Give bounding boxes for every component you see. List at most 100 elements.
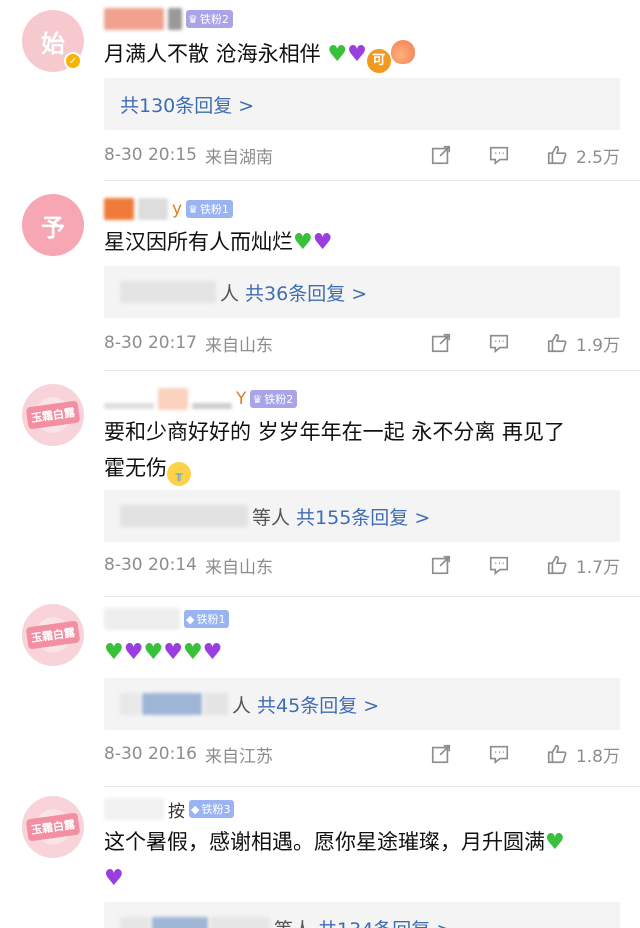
- divider: [104, 370, 640, 371]
- view-replies-link[interactable]: 共134条回复 >: [318, 915, 452, 928]
- reply-summary[interactable]: 共130条回复 >: [104, 78, 620, 130]
- green-heart-icon: ♥: [293, 230, 313, 255]
- reply-summary[interactable]: 等人 共155条回复 >: [104, 490, 620, 542]
- reply-prefix: 等人: [274, 915, 312, 928]
- comment-item: 玉霜白露 Y ♛ 铁粉2 要和少商好好的 岁岁年年在一起 永不分离 再见了 霍无…: [0, 378, 640, 598]
- username[interactable]: ◆ 铁粉1: [104, 606, 230, 632]
- avatar[interactable]: 玉霜白露: [22, 796, 84, 858]
- like-count: 2.5万: [575, 147, 620, 168]
- comment-text: 这个暑假，感谢相遇。愿你星途璀璨，月升圆满♥ ♥: [104, 824, 620, 896]
- comment-body-line: 要和少商好好的 岁岁年年在一起 永不分离 再见了: [104, 420, 566, 444]
- comment-icon[interactable]: [488, 144, 510, 166]
- diamond-icon: ◆: [186, 612, 195, 626]
- comment-meta: 8-30 20:17 来自山东 1.9万: [104, 328, 620, 358]
- comment-body-line: 霍无伤: [104, 456, 167, 480]
- avatar-stamp: 玉霜白露: [25, 620, 81, 650]
- green-heart-icon: ♥: [143, 640, 164, 665]
- redacted-username: [104, 403, 154, 409]
- username-visible-part: Y: [236, 389, 247, 409]
- comment-text: 月满人不散 沧海永相伴 ♥♥ 可: [104, 36, 620, 73]
- comment-location: 来自山东: [204, 335, 273, 356]
- divider: [104, 786, 640, 787]
- comment-time: 8-30 20:16: [104, 744, 197, 764]
- redacted-username: [192, 403, 232, 409]
- thumbs-up-icon[interactable]: [546, 554, 568, 576]
- purple-heart-icon: ♥: [202, 640, 223, 665]
- comment-item: 予 y ♛ 铁粉1 星汉因所有人而灿烂♥♥ 人 共36条回复 > 8-30 20…: [0, 190, 640, 370]
- comment-item: 玉霜白露 ◆ 铁粉1 ♥♥♥♥♥♥ 人 共45条回复 > 8-30 20:16 …: [0, 600, 640, 788]
- comment-icon[interactable]: [488, 332, 510, 354]
- fan-badge-label: 铁粉3: [201, 803, 231, 816]
- redacted-replier-names: [204, 693, 228, 715]
- fan-badge-label: 铁粉1: [196, 613, 226, 626]
- avatar-initial: 予: [41, 213, 65, 242]
- comment-time: 8-30 20:17: [104, 333, 197, 353]
- comment-text: 要和少商好好的 岁岁年年在一起 永不分离 再见了 霍无伤 ╥: [104, 414, 620, 486]
- thumbs-up-icon[interactable]: [546, 332, 568, 354]
- reply-summary[interactable]: 等人 共134条回复 >: [104, 902, 620, 928]
- comment-body: 星汉因所有人而灿烂: [104, 230, 293, 254]
- divider: [104, 180, 640, 181]
- green-heart-icon: ♥: [545, 830, 565, 855]
- reply-prefix: 人: [220, 282, 240, 305]
- reply-summary[interactable]: 人 共45条回复 >: [104, 678, 620, 730]
- fan-level-badge: ◆ 铁粉1: [184, 610, 230, 628]
- reply-prefix: 等人: [252, 506, 291, 529]
- share-icon[interactable]: [430, 743, 452, 765]
- green-heart-icon: ♥: [327, 42, 348, 67]
- username[interactable]: 按 ◆ 铁粉3: [104, 796, 235, 822]
- like-count: 1.7万: [575, 557, 620, 578]
- share-icon[interactable]: [430, 554, 452, 576]
- peach-emoji-icon: [390, 40, 415, 64]
- ke-emoji-icon: 可: [366, 49, 391, 73]
- reply-prefix: 人: [232, 694, 252, 717]
- comment-icon[interactable]: [488, 743, 510, 765]
- username[interactable]: Y ♛ 铁粉2: [104, 386, 298, 412]
- comment-location: 来自江苏: [204, 746, 273, 767]
- redacted-username: [104, 198, 134, 220]
- avatar-stamp: 玉霜白露: [25, 812, 81, 842]
- comment-time: 8-30 20:14: [104, 555, 197, 575]
- comment-actions: 1.7万: [430, 550, 620, 580]
- redacted-replier-names: [120, 281, 216, 303]
- view-replies-link[interactable]: 共155条回复 >: [296, 503, 430, 530]
- comment-actions: 1.9万: [430, 328, 620, 358]
- diamond-icon: ◆: [191, 802, 200, 816]
- view-replies-link[interactable]: 共130条回复 >: [120, 91, 254, 118]
- comment-body: 这个暑假，感谢相遇。愿你星途璀璨，月升圆满: [104, 830, 545, 854]
- avatar[interactable]: 玉霜白露: [22, 384, 84, 446]
- avatar[interactable]: 予: [22, 194, 84, 256]
- redacted-username: [104, 8, 164, 30]
- comment-time: 8-30 20:15: [104, 145, 197, 165]
- username[interactable]: ♛ 铁粉2: [104, 6, 233, 32]
- avatar-initial: 始: [41, 29, 65, 58]
- purple-heart-icon: ♥: [163, 640, 183, 665]
- fan-level-badge: ♛ 铁粉2: [186, 10, 233, 28]
- redacted-username: [168, 8, 182, 30]
- thumbs-up-icon[interactable]: [546, 743, 568, 765]
- comment-meta: 8-30 20:16 来自江苏 1.8万: [104, 739, 620, 769]
- comment-text: 星汉因所有人而灿烂♥♥: [104, 224, 620, 260]
- redacted-username: [104, 608, 180, 630]
- redacted-replier-names: [120, 917, 150, 928]
- redacted-replier-names: [142, 693, 202, 715]
- share-icon[interactable]: [430, 332, 452, 354]
- avatar[interactable]: 玉霜白露: [22, 604, 84, 666]
- purple-heart-icon: ♥: [347, 42, 367, 67]
- green-heart-icon: ♥: [104, 640, 124, 665]
- fan-badge-label: 铁粉2: [264, 393, 294, 406]
- username-visible-part: 按: [168, 801, 185, 822]
- thumbs-up-icon[interactable]: [546, 144, 568, 166]
- username[interactable]: y ♛ 铁粉1: [104, 196, 233, 222]
- share-icon[interactable]: [430, 144, 452, 166]
- like-count: 1.9万: [575, 335, 620, 356]
- view-replies-link[interactable]: 共36条回复 >: [245, 279, 367, 306]
- comment-actions: 2.5万: [430, 140, 620, 170]
- crown-icon: ♛: [188, 12, 198, 26]
- comment-text: ♥♥♥♥♥♥: [104, 634, 620, 670]
- redacted-username: [138, 198, 168, 220]
- redacted-username: [104, 798, 164, 820]
- comment-icon[interactable]: [488, 554, 510, 576]
- view-replies-link[interactable]: 共45条回复 >: [257, 691, 379, 718]
- reply-summary[interactable]: 人 共36条回复 >: [104, 266, 620, 318]
